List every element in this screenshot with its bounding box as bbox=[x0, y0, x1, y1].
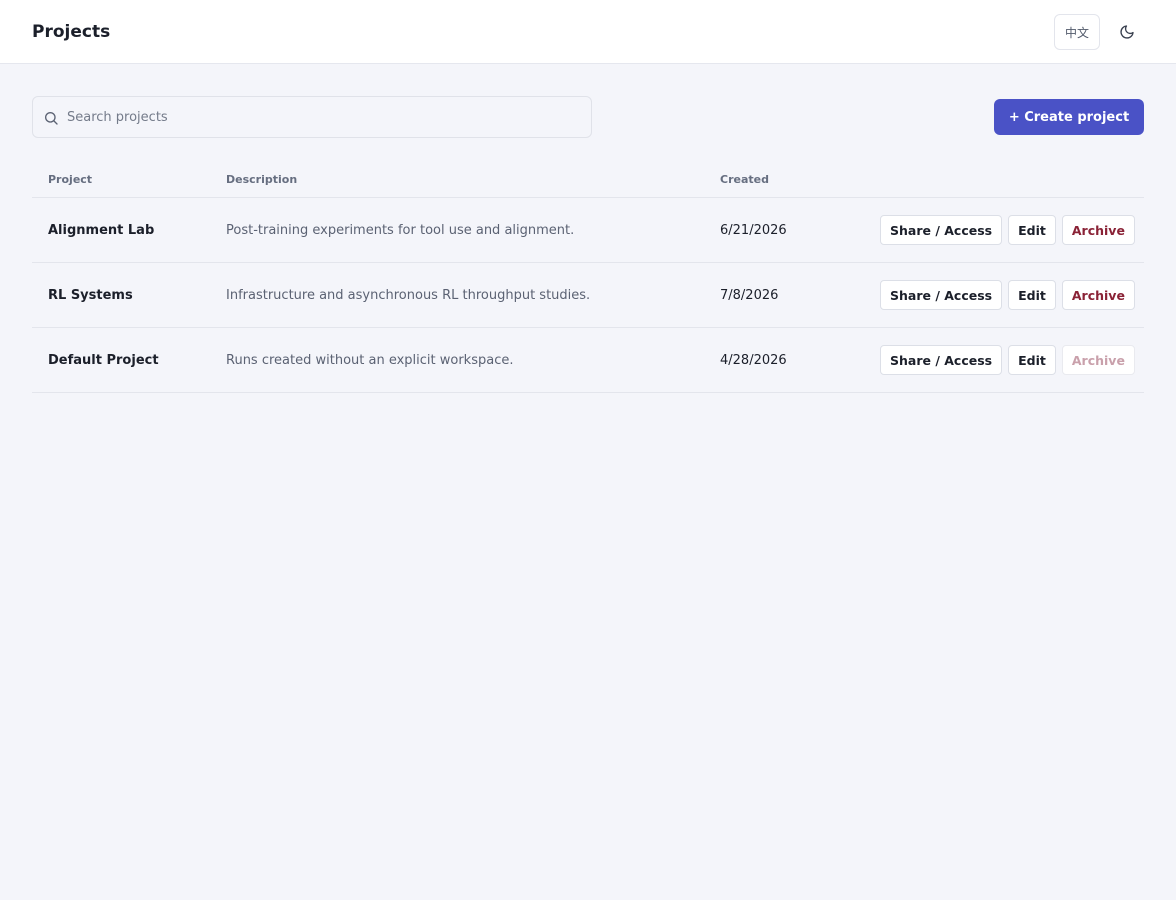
project-description: Post-training experiments for tool use a… bbox=[226, 223, 575, 238]
edit-button[interactable]: Edit bbox=[1008, 345, 1056, 375]
share-access-button[interactable]: Share / Access bbox=[880, 280, 1003, 310]
row-actions: Share / Access Edit Archive bbox=[880, 215, 1135, 245]
project-created-date: 4/28/2026 bbox=[720, 353, 787, 368]
row-actions: Share / Access Edit Archive bbox=[880, 280, 1135, 310]
table-row: Default Project Runs created without an e… bbox=[32, 328, 1144, 393]
create-project-button[interactable]: + Create project bbox=[994, 99, 1144, 135]
projects-table: Project Description Created Alignment La… bbox=[32, 162, 1144, 393]
table-row: Alignment Lab Post-training experiments f… bbox=[32, 198, 1144, 263]
project-name: RL Systems bbox=[48, 288, 133, 303]
top-bar: Projects 中文 bbox=[0, 0, 1176, 64]
share-access-button[interactable]: Share / Access bbox=[880, 345, 1003, 375]
project-created-date: 7/8/2026 bbox=[720, 288, 779, 303]
project-description: Infrastructure and asynchronous RL throu… bbox=[226, 288, 591, 303]
archive-button[interactable]: Archive bbox=[1061, 215, 1135, 245]
page-title: Projects bbox=[32, 22, 111, 42]
table-body: Alignment Lab Post-training experiments f… bbox=[32, 198, 1144, 393]
language-toggle-button[interactable]: 中文 bbox=[1054, 14, 1100, 50]
edit-button[interactable]: Edit bbox=[1008, 280, 1056, 310]
search-icon bbox=[45, 112, 58, 125]
edit-button[interactable]: Edit bbox=[1008, 215, 1056, 245]
row-actions: Share / Access Edit Archive bbox=[880, 345, 1135, 375]
column-header-description: Description bbox=[226, 173, 298, 186]
archive-button[interactable]: Archive bbox=[1061, 280, 1135, 310]
search-input[interactable] bbox=[67, 97, 587, 137]
table-header: Project Description Created bbox=[32, 162, 1144, 198]
project-created-date: 6/21/2026 bbox=[720, 223, 787, 238]
column-header-created: Created bbox=[720, 173, 769, 186]
share-access-button[interactable]: Share / Access bbox=[880, 215, 1003, 245]
archive-button: Archive bbox=[1061, 345, 1135, 375]
project-name: Default Project bbox=[48, 353, 159, 368]
theme-toggle-button[interactable] bbox=[1112, 18, 1142, 46]
column-header-project: Project bbox=[48, 173, 93, 186]
project-name: Alignment Lab bbox=[48, 223, 155, 238]
search-box bbox=[32, 96, 592, 138]
table-row: RL Systems Infrastructure and asynchronou… bbox=[32, 263, 1144, 328]
moon-icon bbox=[1120, 25, 1134, 39]
project-description: Runs created without an explicit workspa… bbox=[226, 353, 514, 368]
